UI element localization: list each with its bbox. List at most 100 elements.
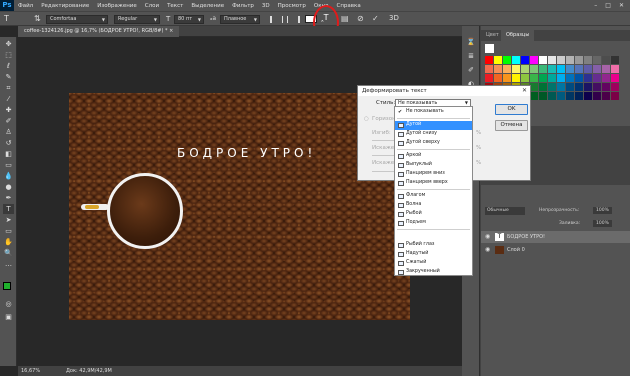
maximize-button[interactable]: □ — [605, 2, 611, 9]
style-option-arch[interactable]: Аркой — [395, 152, 472, 161]
commit-check-icon[interactable]: ✓ — [372, 14, 379, 23]
history-panel-icon[interactable]: ⌛ — [466, 38, 476, 47]
layer-row-text[interactable]: ◉ T БОДРОЕ УТРО! — [481, 231, 630, 243]
style-option-shell-lower[interactable]: Панцирем вниз — [395, 170, 472, 179]
color-swatch[interactable] — [530, 83, 538, 91]
properties-panel-icon[interactable]: ≣ — [466, 52, 476, 61]
color-swatch[interactable] — [584, 56, 592, 64]
color-swatch[interactable] — [566, 74, 574, 82]
color-swatch[interactable] — [494, 65, 502, 73]
color-swatch[interactable] — [512, 74, 520, 82]
color-swatch[interactable] — [611, 65, 619, 73]
shape-tool-icon[interactable]: ▭ — [3, 226, 14, 236]
color-swatch[interactable] — [593, 65, 601, 73]
quick-select-tool-icon[interactable]: ✎ — [3, 72, 14, 82]
style-option-arc[interactable]: Дугой — [395, 121, 472, 130]
menu-view[interactable]: Просмотр — [274, 3, 310, 9]
style-option-twist[interactable]: Закрученный — [395, 268, 472, 277]
tab-swatches[interactable]: Образцы — [501, 30, 535, 41]
color-swatch[interactable] — [485, 65, 493, 73]
eraser-tool-icon[interactable]: ◧ — [3, 149, 14, 159]
color-swatch[interactable] — [593, 56, 601, 64]
blend-mode-select[interactable]: Обычные — [485, 207, 525, 215]
antialias-select[interactable]: Плавное ▼ — [220, 15, 260, 24]
eyedropper-tool-icon[interactable]: ⁄ — [3, 94, 14, 104]
color-swatch[interactable] — [566, 83, 574, 91]
style-option-wave[interactable]: Волна — [395, 201, 472, 210]
eye-icon[interactable]: ◉ — [485, 231, 490, 243]
color-swatch[interactable] — [548, 65, 556, 73]
color-swatch[interactable] — [602, 92, 610, 100]
color-swatch[interactable] — [575, 92, 583, 100]
align-left-icon[interactable] — [270, 16, 276, 23]
color-swatch[interactable] — [575, 83, 583, 91]
eye-icon[interactable]: ◉ — [485, 244, 490, 256]
layer-name[interactable]: БОДРОЕ УТРО! — [507, 231, 545, 243]
color-swatch[interactable] — [593, 92, 601, 100]
marquee-tool-icon[interactable]: ⬚ — [3, 50, 14, 60]
color-swatch[interactable] — [566, 56, 574, 64]
layer-name[interactable]: Слой 0 — [507, 244, 525, 256]
color-swatch[interactable] — [548, 83, 556, 91]
color-swatch[interactable] — [485, 74, 493, 82]
style-option-arc-upper[interactable]: Дугой сверху — [395, 139, 472, 148]
color-swatch[interactable] — [539, 56, 547, 64]
color-swatch[interactable] — [557, 65, 565, 73]
color-swatch[interactable] — [611, 92, 619, 100]
style-option-inflate[interactable]: Надутый — [395, 250, 472, 259]
style-option-arc-lower[interactable]: Дугой снизу — [395, 130, 472, 139]
color-swatch[interactable] — [530, 74, 538, 82]
color-swatch[interactable] — [503, 74, 511, 82]
close-button[interactable]: ✕ — [619, 2, 624, 9]
zoom-level[interactable]: 16,67% — [21, 366, 40, 376]
color-swatch[interactable] — [575, 65, 583, 73]
more-tools-icon[interactable]: … — [3, 259, 14, 269]
style-option-none[interactable]: ✔ Не показывать — [395, 108, 472, 117]
color-swatch[interactable] — [584, 92, 592, 100]
color-swatch[interactable] — [611, 56, 619, 64]
color-swatch[interactable] — [575, 56, 583, 64]
color-swatch[interactable] — [602, 74, 610, 82]
color-swatch[interactable] — [503, 65, 511, 73]
style-option-flag[interactable]: Флагом — [395, 192, 472, 201]
menu-filter[interactable]: Фильтр — [228, 3, 258, 9]
color-swatch[interactable] — [512, 65, 520, 73]
style-option-squeeze[interactable]: Сжатый — [395, 259, 472, 268]
horizontal-radio[interactable]: ○ — [364, 116, 369, 122]
pen-tool-icon[interactable]: ✒ — [3, 193, 14, 203]
type-tool-icon[interactable]: T — [3, 204, 14, 214]
close-icon[interactable]: × — [169, 28, 173, 34]
stamp-tool-icon[interactable]: ♙ — [3, 127, 14, 137]
style-option-fisheye[interactable]: Рыбий глаз — [395, 241, 472, 250]
zoom-tool-icon[interactable]: 🔍 — [3, 248, 14, 258]
color-swatch[interactable] — [521, 56, 529, 64]
layer-row-image[interactable]: ◉ Слой 0 — [481, 244, 630, 256]
color-swatch[interactable] — [593, 74, 601, 82]
healing-tool-icon[interactable]: ✚ — [3, 105, 14, 115]
ok-button[interactable]: OK — [495, 104, 528, 115]
move-tool-icon[interactable]: ✥ — [3, 39, 14, 49]
menu-edit[interactable]: Редактирование — [37, 3, 93, 9]
style-option-shell-upper[interactable]: Панцирем вверх — [395, 179, 472, 188]
font-size-select[interactable]: 80 пт ▼ — [174, 15, 204, 24]
character-panel-icon[interactable]: ▤ — [341, 14, 349, 23]
color-swatch[interactable] — [503, 56, 511, 64]
color-swatch[interactable] — [557, 74, 565, 82]
color-swatch[interactable] — [602, 56, 610, 64]
color-swatch[interactable] — [521, 74, 529, 82]
close-icon[interactable]: ✕ — [522, 86, 527, 96]
color-swatch[interactable] — [512, 56, 520, 64]
blur-tool-icon[interactable]: 💧 — [3, 171, 14, 181]
color-swatch[interactable] — [485, 56, 493, 64]
color-swatch[interactable] — [611, 83, 619, 91]
screen-mode-icon[interactable]: ▣ — [3, 312, 14, 322]
color-swatch[interactable] — [566, 92, 574, 100]
color-swatch[interactable] — [521, 65, 529, 73]
type-tool-preset-icon[interactable]: T — [4, 14, 9, 23]
color-swatch[interactable] — [584, 65, 592, 73]
color-swatch[interactable] — [584, 83, 592, 91]
align-right-icon[interactable] — [294, 16, 300, 23]
text-orientation-icon[interactable]: ⇅ — [34, 14, 41, 23]
lasso-tool-icon[interactable]: ℓ — [3, 61, 14, 71]
align-center-icon[interactable] — [282, 16, 288, 23]
